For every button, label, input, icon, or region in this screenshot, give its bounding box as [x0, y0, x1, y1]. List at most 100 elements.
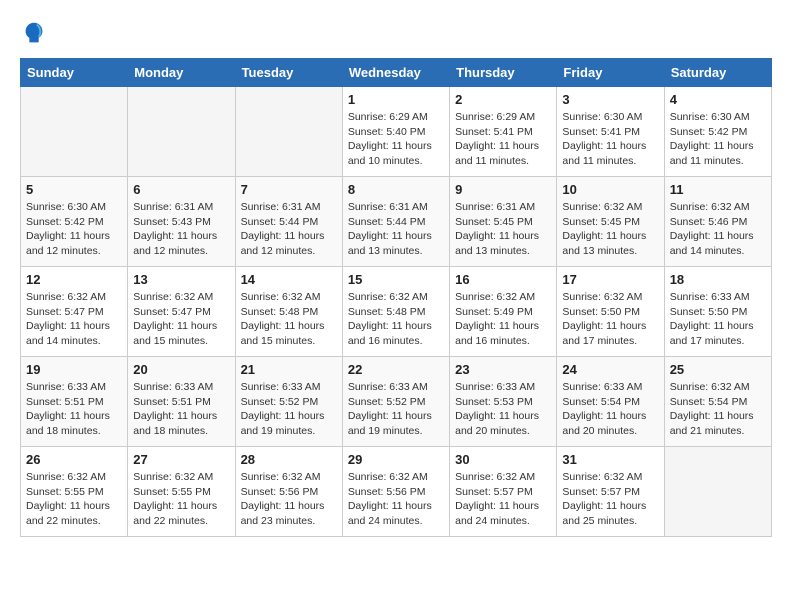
day-number: 3	[562, 92, 658, 107]
calendar-day-22: 22 Sunrise: 6:33 AM Sunset: 5:52 PM Dayli…	[342, 357, 449, 447]
day-info: Sunrise: 6:33 AM Sunset: 5:52 PM Dayligh…	[241, 380, 337, 439]
day-number: 14	[241, 272, 337, 287]
day-info: Sunrise: 6:33 AM Sunset: 5:53 PM Dayligh…	[455, 380, 551, 439]
calendar-header-row: SundayMondayTuesdayWednesdayThursdayFrid…	[21, 59, 772, 87]
day-number: 19	[26, 362, 122, 377]
day-info: Sunrise: 6:31 AM Sunset: 5:45 PM Dayligh…	[455, 200, 551, 259]
day-info: Sunrise: 6:32 AM Sunset: 5:57 PM Dayligh…	[562, 470, 658, 529]
day-number: 22	[348, 362, 444, 377]
day-info: Sunrise: 6:32 AM Sunset: 5:56 PM Dayligh…	[241, 470, 337, 529]
day-info: Sunrise: 6:29 AM Sunset: 5:41 PM Dayligh…	[455, 110, 551, 169]
day-info: Sunrise: 6:32 AM Sunset: 5:54 PM Dayligh…	[670, 380, 766, 439]
day-number: 21	[241, 362, 337, 377]
day-info: Sunrise: 6:32 AM Sunset: 5:47 PM Dayligh…	[133, 290, 229, 349]
day-number: 4	[670, 92, 766, 107]
day-number: 9	[455, 182, 551, 197]
calendar-day-8: 8Sunrise: 6:31 AM Sunset: 5:44 PM Daylig…	[342, 177, 449, 267]
calendar-day-empty	[21, 87, 128, 177]
day-header-tuesday: Tuesday	[235, 59, 342, 87]
day-number: 8	[348, 182, 444, 197]
calendar-day-23: 23Sunrise: 6:33 AM Sunset: 5:53 PM Dayli…	[450, 357, 557, 447]
day-info: Sunrise: 6:30 AM Sunset: 5:42 PM Dayligh…	[26, 200, 122, 259]
day-number: 28	[241, 452, 337, 467]
day-number: 25	[670, 362, 766, 377]
day-header-monday: Monday	[128, 59, 235, 87]
day-number: 17	[562, 272, 658, 287]
day-info: Sunrise: 6:33 AM Sunset: 5:50 PM Dayligh…	[670, 290, 766, 349]
day-number: 16	[455, 272, 551, 287]
calendar-day-12: 12 Sunrise: 6:32 AM Sunset: 5:47 PM Dayli…	[21, 267, 128, 357]
day-number: 26	[26, 452, 122, 467]
calendar-day-28: 28 Sunrise: 6:32 AM Sunset: 5:56 PM Dayli…	[235, 447, 342, 537]
calendar-day-7: 7Sunrise: 6:31 AM Sunset: 5:44 PM Daylig…	[235, 177, 342, 267]
day-number: 11	[670, 182, 766, 197]
calendar-day-3: 3 Sunrise: 6:30 AM Sunset: 5:41 PM Daylig…	[557, 87, 664, 177]
day-number: 13	[133, 272, 229, 287]
day-info: Sunrise: 6:33 AM Sunset: 5:51 PM Dayligh…	[133, 380, 229, 439]
day-info: Sunrise: 6:32 AM Sunset: 5:45 PM Dayligh…	[562, 200, 658, 259]
logo-icon	[20, 20, 48, 48]
calendar-day-empty	[664, 447, 771, 537]
day-number: 24	[562, 362, 658, 377]
day-number: 6	[133, 182, 229, 197]
day-number: 10	[562, 182, 658, 197]
calendar-day-9: 9 Sunrise: 6:31 AM Sunset: 5:45 PM Daylig…	[450, 177, 557, 267]
day-info: Sunrise: 6:32 AM Sunset: 5:48 PM Dayligh…	[348, 290, 444, 349]
day-info: Sunrise: 6:30 AM Sunset: 5:41 PM Dayligh…	[562, 110, 658, 169]
calendar-day-13: 13 Sunrise: 6:32 AM Sunset: 5:47 PM Dayli…	[128, 267, 235, 357]
day-info: Sunrise: 6:33 AM Sunset: 5:52 PM Dayligh…	[348, 380, 444, 439]
calendar-day-11: 11 Sunrise: 6:32 AM Sunset: 5:46 PM Dayli…	[664, 177, 771, 267]
day-number: 5	[26, 182, 122, 197]
day-number: 29	[348, 452, 444, 467]
calendar-week-row: 19 Sunrise: 6:33 AM Sunset: 5:51 PM Dayli…	[21, 357, 772, 447]
day-info: Sunrise: 6:30 AM Sunset: 5:42 PM Dayligh…	[670, 110, 766, 169]
day-info: Sunrise: 6:32 AM Sunset: 5:47 PM Dayligh…	[26, 290, 122, 349]
calendar-day-24: 24 Sunrise: 6:33 AM Sunset: 5:54 PM Dayli…	[557, 357, 664, 447]
calendar-day-5: 5 Sunrise: 6:30 AM Sunset: 5:42 PM Daylig…	[21, 177, 128, 267]
calendar-week-row: 1 Sunrise: 6:29 AM Sunset: 5:40 PM Daylig…	[21, 87, 772, 177]
day-info: Sunrise: 6:33 AM Sunset: 5:51 PM Dayligh…	[26, 380, 122, 439]
day-number: 31	[562, 452, 658, 467]
calendar-day-25: 25 Sunrise: 6:32 AM Sunset: 5:54 PM Dayli…	[664, 357, 771, 447]
calendar-table: SundayMondayTuesdayWednesdayThursdayFrid…	[20, 58, 772, 537]
calendar-day-6: 6 Sunrise: 6:31 AM Sunset: 5:43 PM Daylig…	[128, 177, 235, 267]
calendar-day-14: 14Sunrise: 6:32 AM Sunset: 5:48 PM Dayli…	[235, 267, 342, 357]
day-number: 12	[26, 272, 122, 287]
day-number: 1	[348, 92, 444, 107]
day-info: Sunrise: 6:32 AM Sunset: 5:55 PM Dayligh…	[133, 470, 229, 529]
day-header-sunday: Sunday	[21, 59, 128, 87]
day-number: 15	[348, 272, 444, 287]
calendar-week-row: 5 Sunrise: 6:30 AM Sunset: 5:42 PM Daylig…	[21, 177, 772, 267]
calendar-day-30: 30Sunrise: 6:32 AM Sunset: 5:57 PM Dayli…	[450, 447, 557, 537]
calendar-day-17: 17 Sunrise: 6:32 AM Sunset: 5:50 PM Dayli…	[557, 267, 664, 357]
day-info: Sunrise: 6:32 AM Sunset: 5:49 PM Dayligh…	[455, 290, 551, 349]
calendar-day-4: 4 Sunrise: 6:30 AM Sunset: 5:42 PM Daylig…	[664, 87, 771, 177]
calendar-day-27: 27Sunrise: 6:32 AM Sunset: 5:55 PM Dayli…	[128, 447, 235, 537]
page-header	[20, 20, 772, 48]
calendar-day-26: 26 Sunrise: 6:32 AM Sunset: 5:55 PM Dayli…	[21, 447, 128, 537]
day-header-thursday: Thursday	[450, 59, 557, 87]
calendar-day-18: 18Sunrise: 6:33 AM Sunset: 5:50 PM Dayli…	[664, 267, 771, 357]
calendar-day-19: 19 Sunrise: 6:33 AM Sunset: 5:51 PM Dayli…	[21, 357, 128, 447]
calendar-day-29: 29 Sunrise: 6:32 AM Sunset: 5:56 PM Dayli…	[342, 447, 449, 537]
calendar-week-row: 26 Sunrise: 6:32 AM Sunset: 5:55 PM Dayli…	[21, 447, 772, 537]
calendar-day-10: 10 Sunrise: 6:32 AM Sunset: 5:45 PM Dayli…	[557, 177, 664, 267]
calendar-day-16: 16 Sunrise: 6:32 AM Sunset: 5:49 PM Dayli…	[450, 267, 557, 357]
day-info: Sunrise: 6:33 AM Sunset: 5:54 PM Dayligh…	[562, 380, 658, 439]
calendar-day-empty	[128, 87, 235, 177]
day-header-friday: Friday	[557, 59, 664, 87]
day-info: Sunrise: 6:32 AM Sunset: 5:50 PM Dayligh…	[562, 290, 658, 349]
day-info: Sunrise: 6:32 AM Sunset: 5:46 PM Dayligh…	[670, 200, 766, 259]
calendar-day-1: 1 Sunrise: 6:29 AM Sunset: 5:40 PM Daylig…	[342, 87, 449, 177]
day-header-wednesday: Wednesday	[342, 59, 449, 87]
day-info: Sunrise: 6:32 AM Sunset: 5:55 PM Dayligh…	[26, 470, 122, 529]
calendar-day-20: 20Sunrise: 6:33 AM Sunset: 5:51 PM Dayli…	[128, 357, 235, 447]
calendar-day-31: 31 Sunrise: 6:32 AM Sunset: 5:57 PM Dayli…	[557, 447, 664, 537]
calendar-day-2: 2Sunrise: 6:29 AM Sunset: 5:41 PM Daylig…	[450, 87, 557, 177]
day-info: Sunrise: 6:29 AM Sunset: 5:40 PM Dayligh…	[348, 110, 444, 169]
day-number: 7	[241, 182, 337, 197]
day-info: Sunrise: 6:31 AM Sunset: 5:43 PM Dayligh…	[133, 200, 229, 259]
calendar-week-row: 12 Sunrise: 6:32 AM Sunset: 5:47 PM Dayli…	[21, 267, 772, 357]
day-info: Sunrise: 6:32 AM Sunset: 5:56 PM Dayligh…	[348, 470, 444, 529]
day-number: 30	[455, 452, 551, 467]
